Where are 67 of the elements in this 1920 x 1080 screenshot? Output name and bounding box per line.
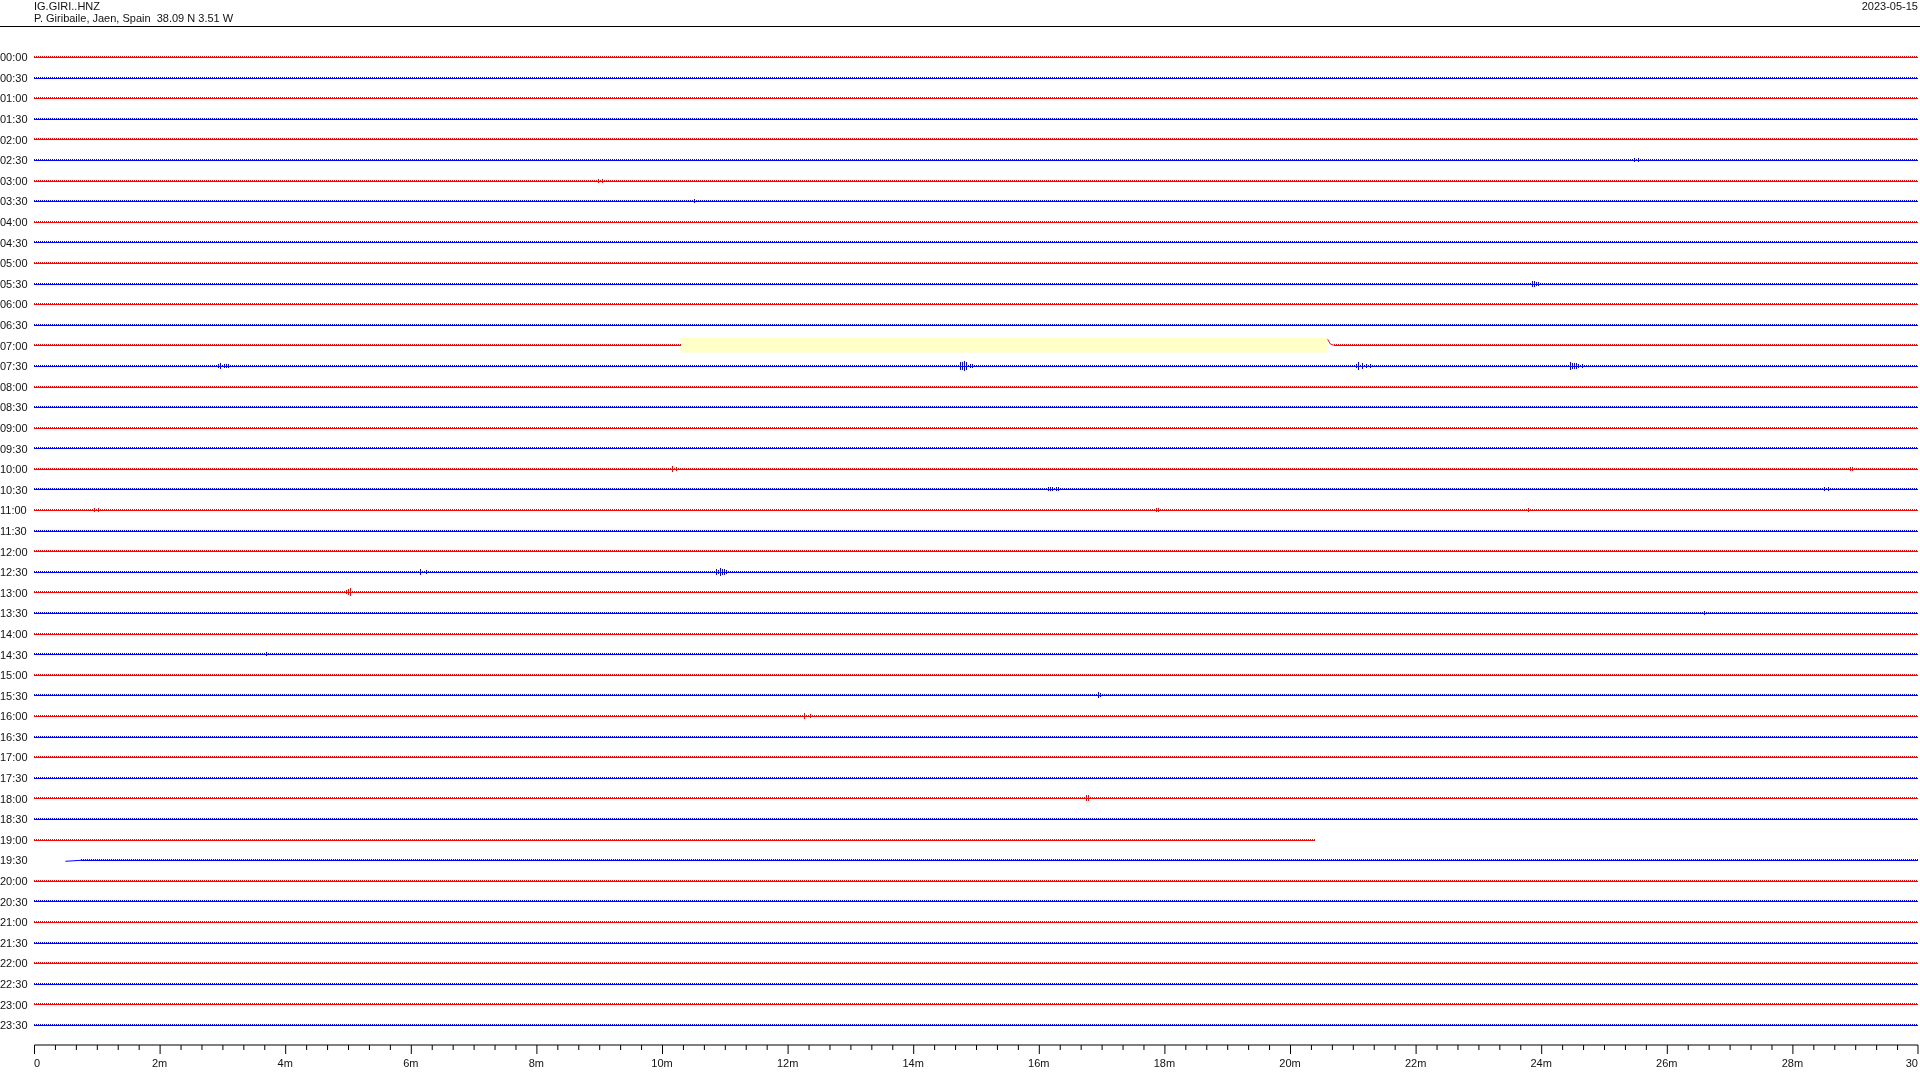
tick-label: 20m <box>1279 1056 1301 1069</box>
hour-label: 06:00 <box>0 298 29 311</box>
hour-label: 11:00 <box>0 504 28 517</box>
hour-label: 21:00 <box>0 916 29 929</box>
hour-label: 00:00 <box>0 51 29 64</box>
hour-label: 14:30 <box>0 648 29 661</box>
hour-label: 08:30 <box>0 401 29 414</box>
hour-label: 15:00 <box>0 669 29 682</box>
tick-label: 28m <box>1781 1056 1804 1069</box>
hour-label: 23:30 <box>0 1019 29 1032</box>
hour-label: 04:00 <box>0 216 29 229</box>
hour-label: 17:00 <box>0 751 29 764</box>
hour-label: 02:00 <box>0 133 29 146</box>
hour-label: 02:30 <box>0 154 29 167</box>
hour-label: 07:30 <box>0 360 29 373</box>
hour-label: 06:30 <box>0 319 29 331</box>
hour-label: 10:00 <box>0 463 29 476</box>
hour-label: 22:30 <box>0 978 29 990</box>
hour-label: 01:00 <box>0 92 29 105</box>
tick-label: 12m <box>776 1056 799 1069</box>
hour-label: 05:00 <box>0 257 29 270</box>
hour-label: 11:30 <box>0 524 28 537</box>
hour-label: 13:30 <box>0 607 29 620</box>
hour-label: 09:00 <box>0 422 29 434</box>
tick-label: 16m <box>1028 1056 1050 1069</box>
hour-label: 16:00 <box>0 710 29 723</box>
tick-label: 4m <box>277 1056 293 1069</box>
hour-label: 12:00 <box>0 545 29 558</box>
hour-label: 15:30 <box>0 689 29 702</box>
hour-label: 07:00 <box>0 339 29 352</box>
hour-label: 01:30 <box>0 113 29 126</box>
hour-label: 14:00 <box>0 627 29 640</box>
hour-label: 05:30 <box>0 277 29 290</box>
tick-label: 14m <box>902 1056 924 1069</box>
hour-label: 03:00 <box>0 174 29 187</box>
hour-label: 19:00 <box>0 833 29 846</box>
tick-label: 10m <box>651 1056 673 1069</box>
date-label: 2023-05-15 <box>1861 0 1918 14</box>
hour-label: 13:00 <box>0 586 29 599</box>
hour-label: 17:30 <box>0 772 29 785</box>
hour-label: 00:30 <box>0 71 29 84</box>
hour-label: 16:30 <box>0 730 29 743</box>
tick-label: 0 <box>34 1056 41 1069</box>
hour-label: 18:00 <box>0 792 29 805</box>
hour-label: 10:30 <box>0 483 29 496</box>
hour-label: 08:00 <box>0 380 29 393</box>
tick-label: 22m <box>1404 1056 1427 1069</box>
station-location: P. Giribaile, Jaen, Spain 38.09 N 3.51 W <box>34 12 234 24</box>
hour-label: 20:30 <box>0 895 29 908</box>
hour-label: 04:30 <box>0 236 29 249</box>
tick-label: 6m <box>403 1056 419 1069</box>
hour-label: 23:00 <box>0 998 29 1011</box>
tick-label: 26m <box>1656 1056 1678 1069</box>
hour-label: 19:30 <box>0 854 29 867</box>
tick-label: 30 <box>1905 1056 1918 1069</box>
hour-label: 22:00 <box>0 957 29 970</box>
tick-label: 2m <box>151 1056 168 1069</box>
station-code: IG.GIRI..HNZ <box>34 0 101 12</box>
tick-label: 8m <box>528 1056 545 1069</box>
tick-label: 24m <box>1530 1056 1552 1069</box>
hour-label: 18:30 <box>0 813 29 826</box>
tick-label: 18m <box>1153 1056 1176 1069</box>
hour-label: 20:00 <box>0 875 29 888</box>
hour-label: 03:30 <box>0 195 29 208</box>
hour-label: 12:30 <box>0 566 29 579</box>
hour-label: 21:30 <box>0 936 29 949</box>
hour-label: 09:30 <box>0 442 29 455</box>
